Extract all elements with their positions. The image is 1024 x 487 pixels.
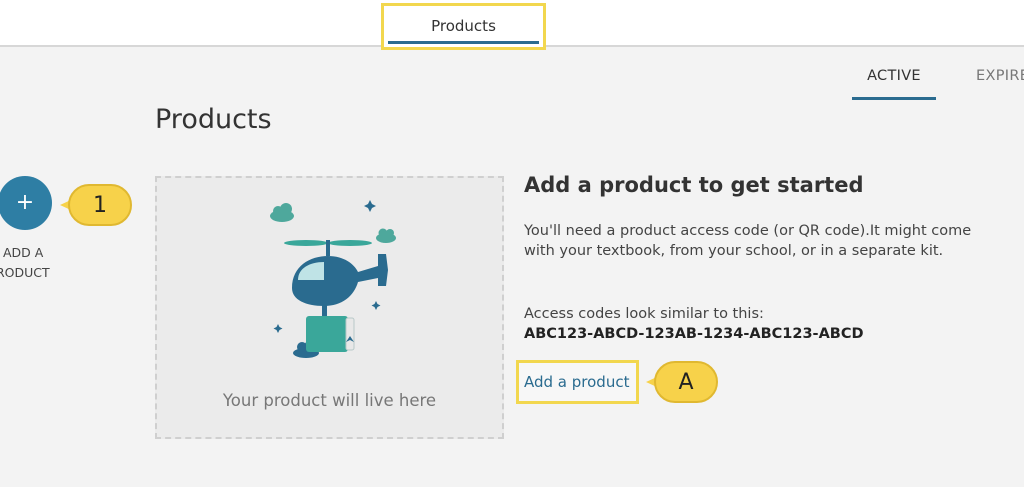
add-product-label-line1: ADD A — [3, 245, 44, 260]
rotor-blade — [284, 240, 328, 246]
access-code-label: Access codes look similar to this: — [524, 306, 764, 322]
callout-a: A — [646, 361, 718, 403]
add-product-button[interactable]: + — [0, 176, 52, 230]
package-box — [306, 316, 348, 352]
filter-active-indicator — [852, 97, 936, 100]
cloud-icon — [270, 203, 294, 222]
add-product-label: ADD A RODUCT — [0, 243, 60, 283]
callout-bubble: A — [654, 361, 718, 403]
cloud-icon — [376, 228, 396, 243]
product-placeholder-card: Your product will live here — [155, 176, 504, 439]
filter-tab-active[interactable]: ACTIVE — [852, 68, 936, 84]
filter-tab-expired[interactable]: EXPIRE — [976, 68, 1024, 84]
tab-products-label: Products — [431, 17, 496, 35]
add-product-label-line2: RODUCT — [0, 265, 50, 280]
helicopter-window — [298, 262, 324, 280]
callout-bubble: 1 — [68, 184, 132, 226]
page-title: Products — [155, 104, 272, 135]
helicopter-illustration — [270, 200, 396, 358]
placeholder-caption: Your product will live here — [222, 391, 437, 410]
empty-state-description: You'll need a product access code (or QR… — [524, 223, 972, 259]
callout-1: 1 — [60, 184, 132, 226]
empty-state-heading: Add a product to get started — [524, 173, 864, 197]
add-product-link-highlight: Add a product — [516, 360, 639, 404]
tab-active-indicator — [388, 41, 539, 44]
tab-products[interactable]: Products — [381, 3, 546, 50]
plus-icon: + — [15, 190, 35, 215]
access-code-example: ABC123-ABCD-123AB-1234-ABC123-ABCD — [524, 326, 864, 342]
rotor-blade — [328, 240, 372, 246]
add-product-link[interactable]: Add a product — [524, 373, 629, 391]
